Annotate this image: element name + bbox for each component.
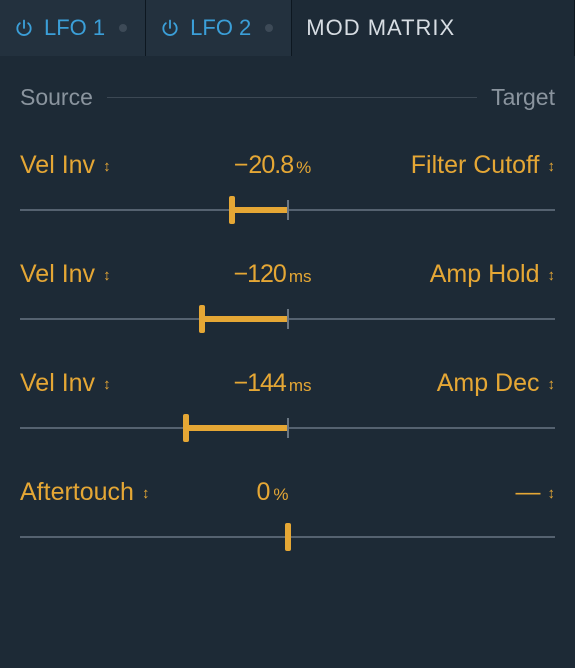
mod-row: Vel Inv ↕ − 20.8% Filter Cutoff ↕ <box>0 131 575 240</box>
slider-fill <box>232 207 288 213</box>
tab-bar: LFO 1 LFO 2 MOD MATRIX <box>0 0 575 56</box>
target-picker[interactable]: — ↕ <box>355 478 555 507</box>
amount-value[interactable]: −144ms <box>190 369 355 398</box>
amount-value[interactable]: 0% <box>190 478 355 507</box>
source-picker[interactable]: Aftertouch ↕ <box>20 478 190 507</box>
updown-icon: ↕ <box>548 377 556 392</box>
slider-handle[interactable] <box>199 305 205 333</box>
amount-number: 0 <box>256 478 270 506</box>
source-picker-label: Aftertouch <box>20 478 134 507</box>
amount-number: −144 <box>234 369 286 397</box>
tab-lfo2[interactable]: LFO 2 <box>146 0 292 56</box>
target-picker[interactable]: Amp Hold ↕ <box>355 260 555 289</box>
indicator-dot <box>265 24 273 32</box>
power-icon <box>14 18 34 38</box>
target-picker-label: Filter Cutoff <box>411 151 540 180</box>
tab-mod-matrix[interactable]: MOD MATRIX <box>292 0 575 56</box>
source-label: Source <box>20 84 93 111</box>
amount-slider[interactable] <box>20 410 555 446</box>
updown-icon: ↕ <box>548 268 556 283</box>
target-label: Target <box>491 84 555 111</box>
updown-icon: ↕ <box>103 159 111 174</box>
slider-fill <box>202 316 288 322</box>
amount-slider[interactable] <box>20 519 555 555</box>
source-picker-label: Vel Inv <box>20 260 95 289</box>
amount-number: − 20.8 <box>234 151 293 179</box>
slider-handle[interactable] <box>285 523 291 551</box>
source-picker-label: Vel Inv <box>20 151 95 180</box>
power-icon <box>160 18 180 38</box>
target-picker[interactable]: Amp Dec ↕ <box>355 369 555 398</box>
source-picker-label: Vel Inv <box>20 369 95 398</box>
updown-icon: ↕ <box>548 486 556 501</box>
updown-icon: ↕ <box>142 486 150 501</box>
source-picker[interactable]: Vel Inv ↕ <box>20 369 190 398</box>
amount-unit: % <box>273 485 288 504</box>
slider-handle[interactable] <box>183 414 189 442</box>
updown-icon: ↕ <box>103 377 111 392</box>
amount-slider[interactable] <box>20 301 555 337</box>
amount-unit: ms <box>289 267 312 286</box>
amount-unit: ms <box>289 376 312 395</box>
mod-row: Vel Inv ↕ −120ms Amp Hold ↕ <box>0 240 575 349</box>
mod-row: Aftertouch ↕ 0% — ↕ <box>0 458 575 567</box>
mod-rows: Vel Inv ↕ − 20.8% Filter Cutoff ↕ Vel In… <box>0 121 575 567</box>
source-target-header: Source Target <box>0 56 575 121</box>
updown-icon: ↕ <box>548 159 556 174</box>
slider-fill <box>186 425 288 431</box>
indicator-dot <box>119 24 127 32</box>
tab-label: LFO 2 <box>190 15 251 41</box>
amount-value[interactable]: − 20.8% <box>190 151 355 180</box>
target-picker-label: Amp Dec <box>437 369 540 398</box>
updown-icon: ↕ <box>103 268 111 283</box>
tab-label: LFO 1 <box>44 15 105 41</box>
target-picker[interactable]: Filter Cutoff ↕ <box>355 151 555 180</box>
amount-unit: % <box>296 158 311 177</box>
slider-handle[interactable] <box>229 196 235 224</box>
target-picker-label: Amp Hold <box>430 260 540 289</box>
mod-row: Vel Inv ↕ −144ms Amp Dec ↕ <box>0 349 575 458</box>
tab-lfo1[interactable]: LFO 1 <box>0 0 146 56</box>
source-picker[interactable]: Vel Inv ↕ <box>20 151 190 180</box>
amount-slider[interactable] <box>20 192 555 228</box>
target-picker-label: — <box>516 478 540 507</box>
amount-value[interactable]: −120ms <box>190 260 355 289</box>
amount-number: −120 <box>234 260 286 288</box>
header-divider <box>107 97 477 98</box>
source-picker[interactable]: Vel Inv ↕ <box>20 260 190 289</box>
tab-label: MOD MATRIX <box>306 15 455 41</box>
